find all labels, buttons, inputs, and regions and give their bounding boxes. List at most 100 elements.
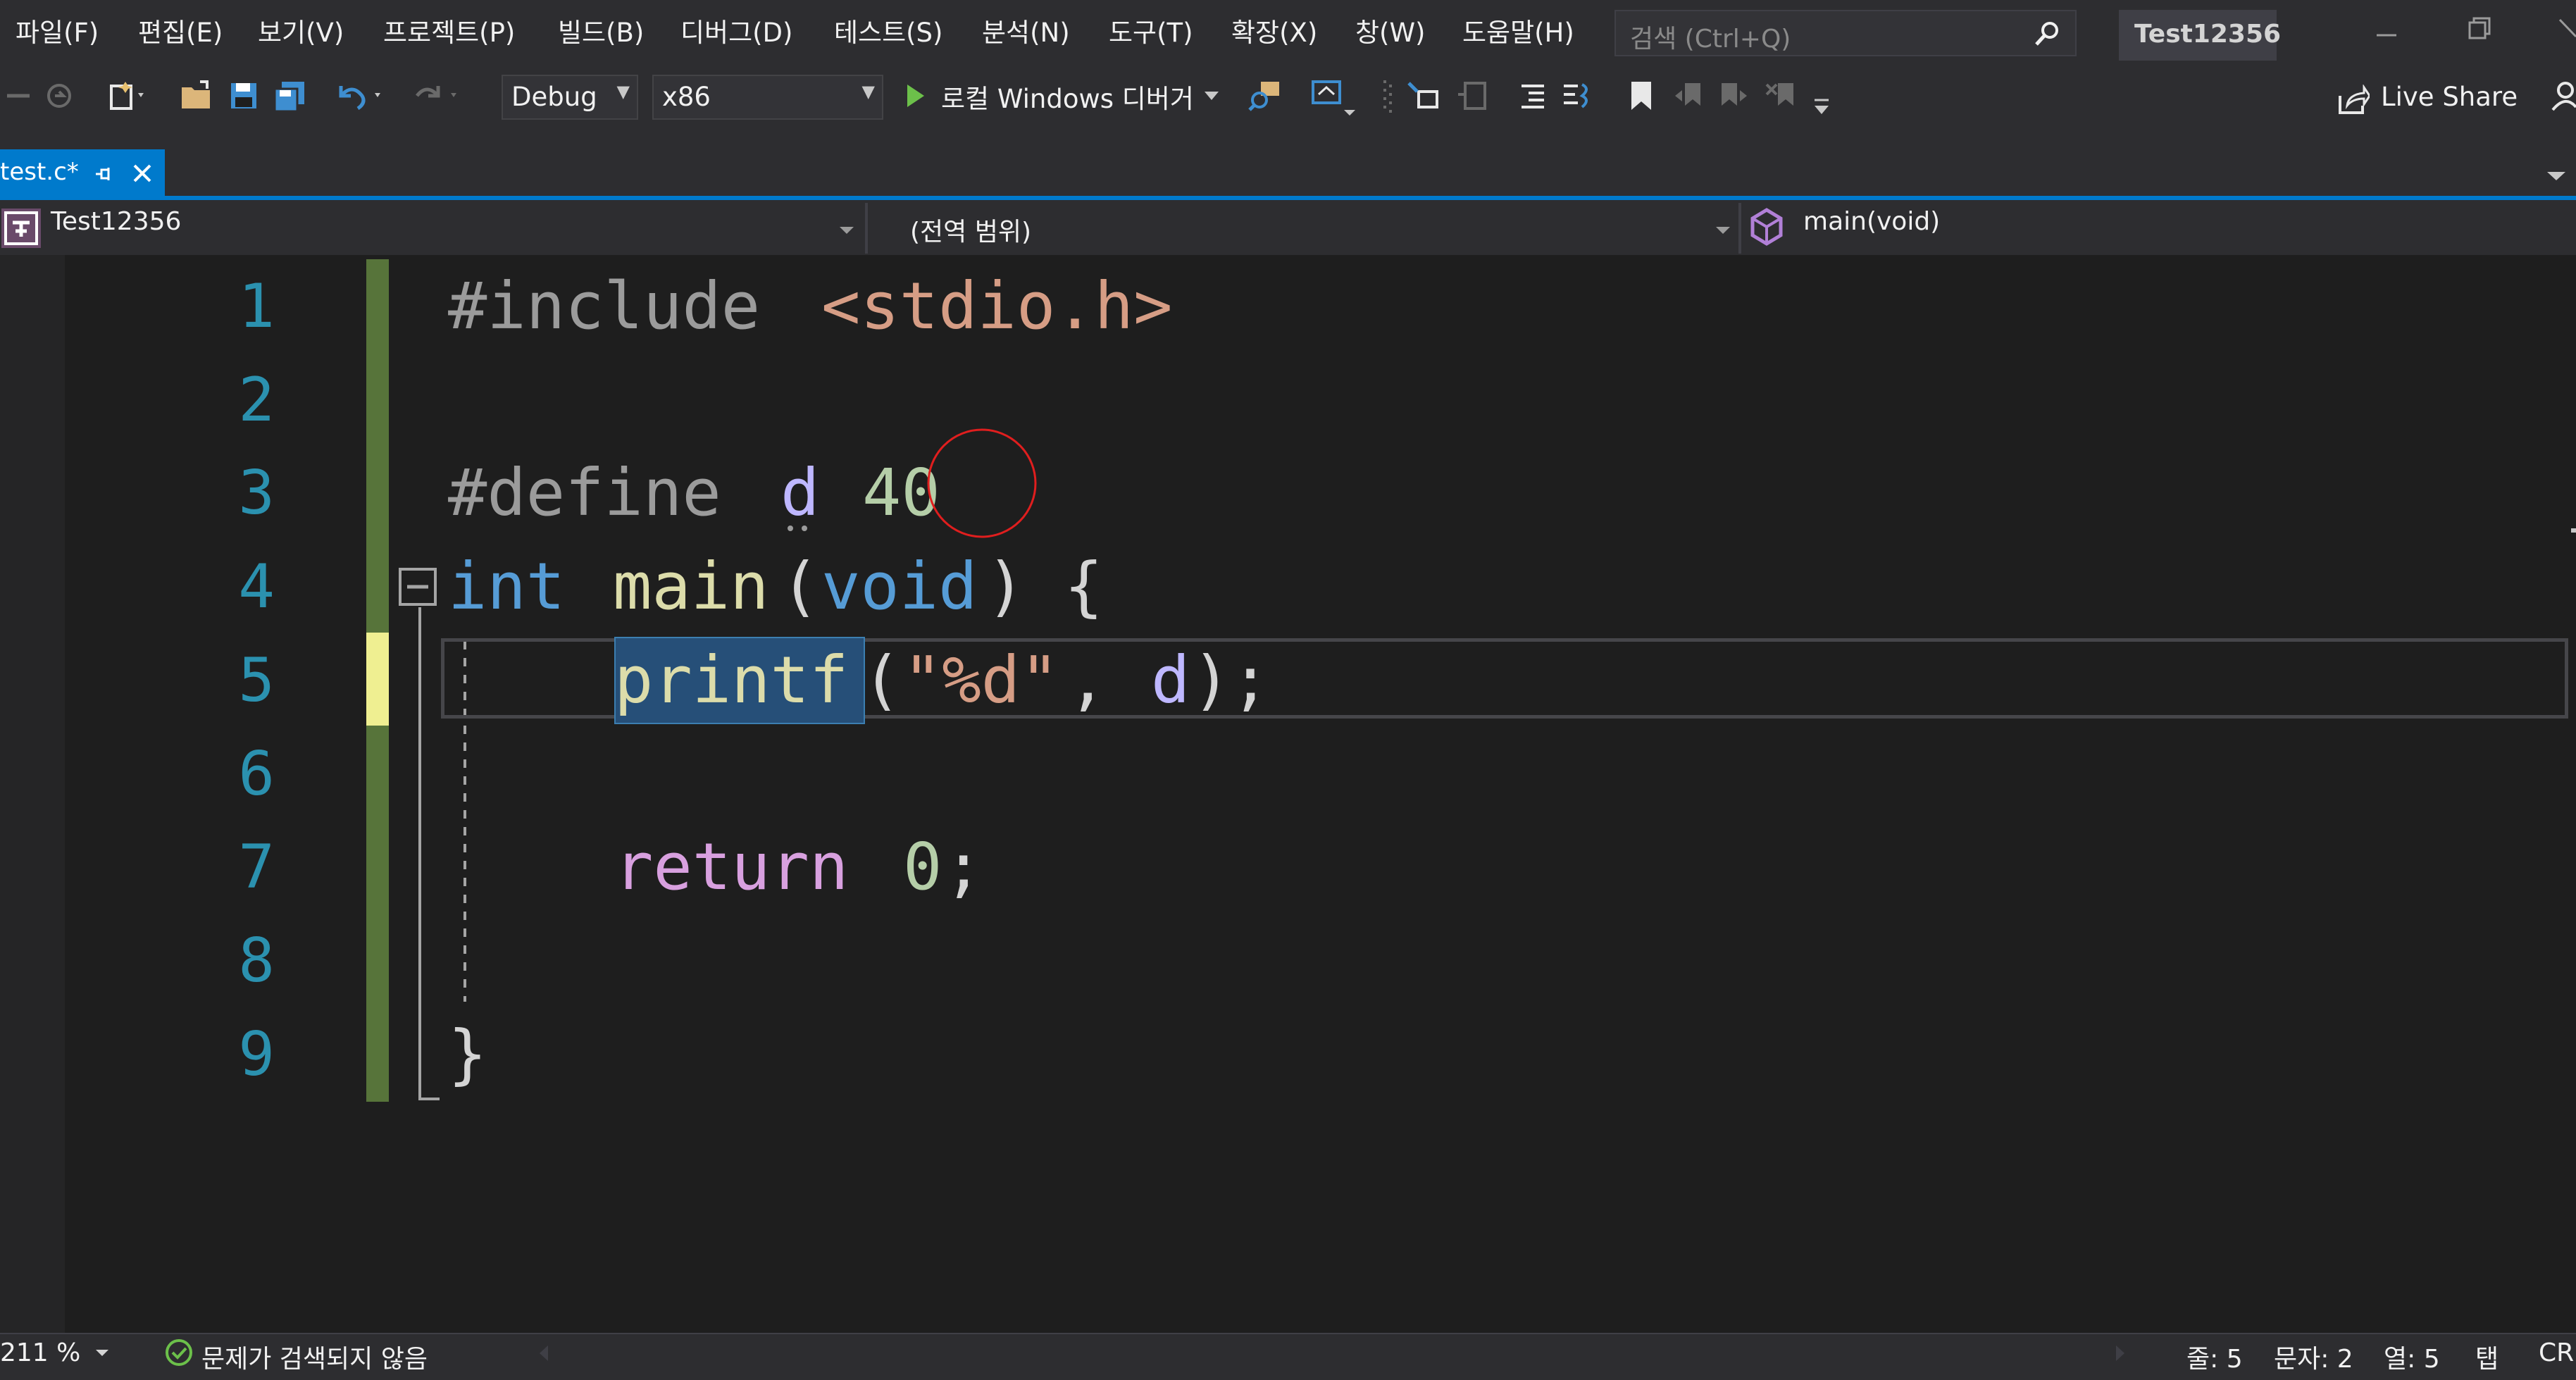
- menu-edit[interactable]: 편집(E): [138, 15, 223, 51]
- live-share-button[interactable]: Live Share: [2381, 82, 2518, 112]
- undo-icon[interactable]: [335, 80, 389, 114]
- scroll-right-icon[interactable]: [2112, 1343, 2129, 1367]
- nav-scope-dropdown[interactable]: (전역 범위): [910, 211, 1031, 248]
- code-arg-d[interactable]: d: [1151, 645, 1190, 716]
- code-close-brace[interactable]: }: [448, 1019, 487, 1090]
- code-return-value[interactable]: 0: [903, 832, 942, 902]
- glyph-margin[interactable]: [0, 255, 65, 1333]
- close-tab-icon[interactable]: [131, 162, 154, 187]
- collapse-region-icon[interactable]: [399, 568, 438, 610]
- solution-explorer-icon[interactable]: [1310, 79, 1359, 124]
- check-circle-icon: [163, 1337, 194, 1371]
- next-bookmark-icon: [1719, 80, 1750, 114]
- chevron-down-icon[interactable]: [838, 224, 855, 241]
- status-indent-mode[interactable]: 탭: [2475, 1338, 2499, 1375]
- account-icon[interactable]: [2551, 80, 2576, 114]
- menu-window[interactable]: 창(W): [1355, 15, 1426, 51]
- code-semicolon[interactable]: ;: [944, 832, 983, 902]
- project-icon: [0, 207, 42, 252]
- code-close-call[interactable]: );: [1192, 645, 1270, 716]
- code-macro-name[interactable]: d: [780, 458, 819, 528]
- nav-member-dropdown[interactable]: main(void): [1803, 207, 1940, 236]
- status-line-ending[interactable]: CRLF: [2539, 1338, 2576, 1367]
- code-param-void[interactable]: void: [821, 552, 978, 622]
- start-debugger-button[interactable]: 로컬 Windows 디버거: [941, 77, 1194, 116]
- search-placeholder: 검색 (Ctrl+Q): [1630, 25, 1791, 54]
- code-comma[interactable]: ,: [1068, 645, 1107, 716]
- find-in-files-icon[interactable]: [1248, 79, 1283, 116]
- quick-action-dots-icon[interactable]: [786, 523, 811, 537]
- menu-file[interactable]: 파일(F): [15, 15, 99, 51]
- issues-status[interactable]: 문제가 검색되지 않음: [201, 1338, 428, 1375]
- tab-test-c[interactable]: test.c*: [0, 149, 165, 196]
- clear-bookmarks-icon: [1765, 80, 1796, 114]
- new-project-icon[interactable]: [106, 79, 148, 116]
- navigate-forward-icon[interactable]: [45, 82, 73, 113]
- restore-icon[interactable]: [2465, 14, 2494, 45]
- start-play-icon[interactable]: [903, 82, 928, 113]
- code-preprocessor-include[interactable]: #include: [448, 271, 760, 342]
- status-column[interactable]: 열: 5: [2384, 1338, 2440, 1375]
- share-icon[interactable]: [2337, 84, 2371, 118]
- chevron-down-icon[interactable]: [1203, 87, 1220, 107]
- minimize-icon[interactable]: [2372, 14, 2401, 45]
- line-number: 2: [238, 365, 275, 435]
- code-paren[interactable]: (: [862, 645, 901, 716]
- menu-analyze[interactable]: 분석(N): [982, 15, 1070, 51]
- code-preprocessor-define[interactable]: #define: [448, 458, 721, 528]
- menu-view[interactable]: 보기(V): [258, 15, 344, 51]
- change-indicator-saved: [366, 726, 389, 1102]
- chevron-down-icon[interactable]: [1715, 224, 1731, 241]
- tab-list-dropdown-icon[interactable]: [2546, 169, 2567, 186]
- menu-debug[interactable]: 디버그(D): [680, 15, 792, 51]
- pin-icon[interactable]: [93, 163, 114, 187]
- method-cube-icon: [1748, 207, 1785, 249]
- toolbar-overflow-icon[interactable]: [1812, 96, 1831, 120]
- navigate-back-icon[interactable]: [4, 82, 32, 113]
- uncomment-icon[interactable]: [1560, 80, 1595, 114]
- line-number: 5: [238, 645, 275, 716]
- open-file-icon[interactable]: [179, 80, 214, 114]
- redo-icon[interactable]: [411, 80, 465, 114]
- scroll-left-icon[interactable]: [535, 1343, 552, 1367]
- platform-value: x86: [662, 82, 711, 112]
- zoom-level-dropdown[interactable]: 211 %: [0, 1338, 80, 1367]
- menu-help[interactable]: 도움말(H): [1462, 15, 1574, 51]
- close-icon[interactable]: [2557, 14, 2576, 45]
- code-type-int[interactable]: int: [448, 552, 565, 622]
- line-number: 8: [238, 926, 275, 996]
- save-all-icon[interactable]: [272, 79, 307, 116]
- code-paren[interactable]: (: [780, 552, 819, 622]
- menu-extensions[interactable]: 확장(X): [1231, 15, 1317, 51]
- previous-bookmark-icon: [1672, 80, 1703, 114]
- nav-project-dropdown[interactable]: Test12356: [51, 207, 181, 236]
- line-number: 7: [238, 832, 275, 902]
- search-icon[interactable]: [2033, 20, 2061, 51]
- chevron-down-icon[interactable]: [94, 1347, 110, 1362]
- step-into-icon[interactable]: [1406, 80, 1441, 114]
- menu-build[interactable]: 빌드(B): [558, 15, 644, 51]
- code-open-brace[interactable]: ) {: [986, 552, 1103, 622]
- save-icon[interactable]: [228, 80, 259, 114]
- cursor-highlight-ring: [927, 428, 1037, 538]
- configuration-dropdown[interactable]: Debug ▼: [502, 75, 638, 120]
- menu-project[interactable]: 프로젝트(P): [383, 15, 515, 51]
- code-function-printf[interactable]: printf: [614, 645, 848, 716]
- code-keyword-return[interactable]: return: [614, 832, 848, 902]
- search-input[interactable]: 검색 (Ctrl+Q): [1614, 10, 2077, 56]
- code-include-header[interactable]: <stdio.h>: [821, 271, 1173, 342]
- line-number: 4: [238, 552, 275, 622]
- code-function-main[interactable]: main: [613, 552, 769, 622]
- change-indicator-saved: [366, 259, 389, 633]
- bookmark-icon[interactable]: [1627, 79, 1655, 116]
- menu-tools[interactable]: 도구(T): [1109, 15, 1193, 51]
- chevron-down-icon: ▼: [616, 82, 630, 101]
- menu-test[interactable]: 테스트(S): [834, 15, 942, 51]
- comment-out-icon[interactable]: [1517, 82, 1548, 113]
- platform-dropdown[interactable]: x86 ▼: [652, 75, 883, 120]
- solution-title: Test12356: [2134, 20, 2282, 49]
- status-line[interactable]: 줄: 5: [2186, 1338, 2243, 1375]
- code-format-string[interactable]: "%d": [903, 645, 1059, 716]
- status-char[interactable]: 문자: 2: [2274, 1338, 2353, 1375]
- nav-separator: [1738, 203, 1741, 254]
